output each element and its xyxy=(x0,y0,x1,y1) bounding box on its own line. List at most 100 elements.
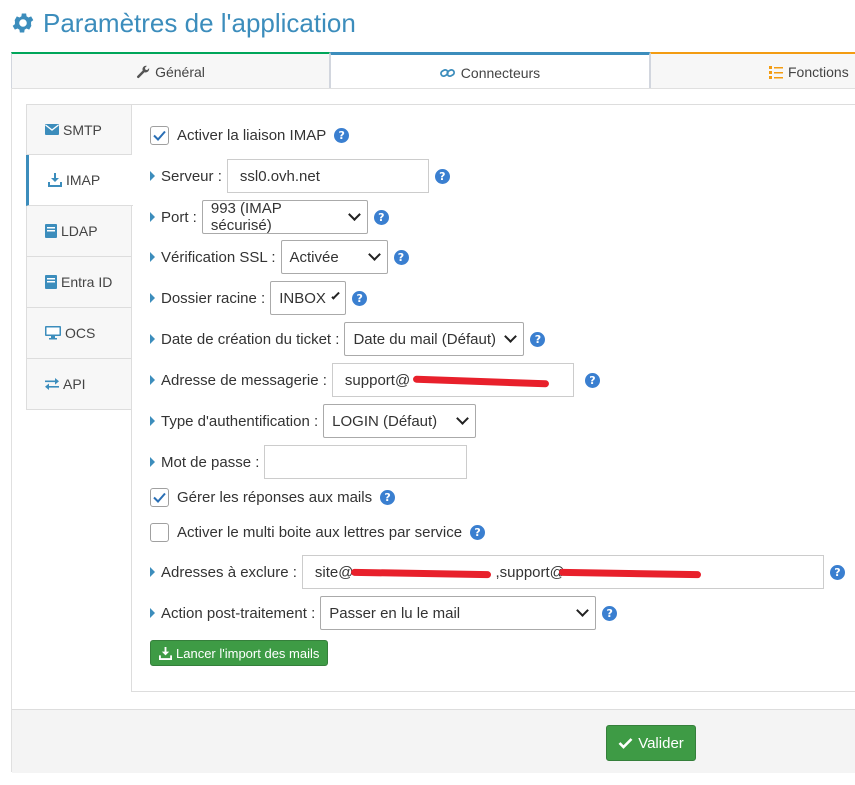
port-select-value: 993 (IMAP sécurisé) xyxy=(210,200,282,234)
exclude-addresses-input[interactable]: site@ ,support@ xyxy=(301,555,824,589)
caret-right-icon xyxy=(150,212,155,222)
password-input[interactable] xyxy=(264,445,468,479)
chevron-down-icon xyxy=(331,291,340,300)
redaction-mark xyxy=(350,568,491,579)
sidebar-item-label: Entra ID xyxy=(61,274,113,290)
redaction-mark xyxy=(412,375,550,388)
mail-address-input[interactable]: support@ xyxy=(331,363,574,397)
post-action-row: Action post-traitement : Passer en lu le… xyxy=(150,596,618,630)
help-icon[interactable]: ? xyxy=(352,290,368,306)
root-folder-select[interactable]: INBOX xyxy=(270,281,347,315)
exclude-addresses-row: Adresses à exclure : site@ ,support@ ? xyxy=(150,555,845,589)
link-icon xyxy=(439,68,455,77)
caret-right-icon xyxy=(150,293,155,303)
port-select[interactable]: 993 (IMAP sécurisé) xyxy=(201,200,368,234)
exchange-icon xyxy=(45,378,59,390)
help-icon[interactable]: ? xyxy=(380,490,396,505)
post-action-label: Action post-traitement : xyxy=(161,604,316,622)
root-folder-select-value: INBOX xyxy=(279,289,326,307)
import-mails-label: Lancer l'import des mails xyxy=(176,645,320,661)
exclude-addresses-label: Adresses à exclure : xyxy=(161,563,297,581)
connector-sidebar: SMTP IMAP LDAP Entra ID OCS API xyxy=(26,104,133,410)
chevron-down-icon xyxy=(456,412,470,425)
page-title-text: Paramètres de l'application xyxy=(43,7,356,38)
help-icon[interactable]: ? xyxy=(584,372,600,388)
import-mails-button[interactable]: Lancer l'import des mails xyxy=(150,640,329,666)
submit-button[interactable]: Valider xyxy=(606,725,696,761)
caret-right-icon xyxy=(150,252,155,262)
caret-right-icon xyxy=(150,457,155,467)
post-action-select[interactable]: Passer en lu le mail xyxy=(320,596,597,630)
caret-right-icon xyxy=(150,171,155,181)
multi-mailbox-row: Activer le multi boite aux lettres par s… xyxy=(150,523,486,542)
password-row: Mot de passe : xyxy=(150,445,468,479)
submit-label: Valider xyxy=(638,734,684,752)
tab-panel: SMTP IMAP LDAP Entra ID OCS API Activer … xyxy=(11,88,855,773)
sidebar-item-entra-id[interactable]: Entra ID xyxy=(26,257,132,308)
tab-fonctions-label: Fonctions xyxy=(788,63,849,80)
help-icon[interactable]: ? xyxy=(373,209,389,225)
tab-general[interactable]: Général xyxy=(11,52,330,89)
sidebar-item-label: OCS xyxy=(65,325,96,341)
ssl-check-row: Vérification SSL : Activée ? xyxy=(150,240,409,274)
help-icon[interactable]: ? xyxy=(334,128,350,143)
book-icon xyxy=(45,275,57,289)
auth-type-select[interactable]: LOGIN (Défaut) xyxy=(323,404,477,438)
ssl-check-select[interactable]: Activée xyxy=(280,240,388,274)
server-input[interactable]: ssl0.ovh.net xyxy=(226,159,429,193)
root-folder-row: Dossier racine : INBOX ? xyxy=(150,281,368,315)
ssl-check-label: Vérification SSL : xyxy=(161,248,276,266)
sidebar-item-imap[interactable]: IMAP xyxy=(26,155,133,206)
tab-connecteurs[interactable]: Connecteurs xyxy=(330,52,650,90)
mail-address-label: Adresse de messagerie : xyxy=(161,371,327,389)
port-row: Port : 993 (IMAP sécurisé) ? xyxy=(150,200,389,234)
multi-mailbox-checkbox[interactable] xyxy=(150,523,169,542)
sidebar-item-ocs[interactable]: OCS xyxy=(26,308,132,359)
password-label: Mot de passe : xyxy=(161,453,260,471)
chevron-down-icon xyxy=(504,330,518,343)
auth-type-label: Type d'authentification : xyxy=(161,412,319,430)
download-icon xyxy=(48,173,62,187)
port-label: Port : xyxy=(161,208,197,226)
help-icon[interactable]: ? xyxy=(829,564,845,580)
server-row: Serveur : ssl0.ovh.net ? xyxy=(150,159,450,193)
enable-imap-checkbox[interactable] xyxy=(150,126,169,145)
tab-fonctions[interactable]: Fonctions xyxy=(650,52,855,89)
ticket-date-label: Date de création du ticket : xyxy=(161,330,340,348)
ticket-date-select-value: Date du mail (Défaut) xyxy=(353,330,496,348)
manage-replies-row: Gérer les réponses aux mails ? xyxy=(150,488,396,507)
imap-settings-panel: Activer la liaison IMAP ? Serveur : ssl0… xyxy=(131,104,855,692)
sidebar-item-api[interactable]: API xyxy=(26,359,132,410)
ticket-date-select[interactable]: Date du mail (Défaut) xyxy=(344,322,525,356)
help-icon[interactable]: ? xyxy=(602,605,618,621)
chevron-down-icon xyxy=(367,248,381,261)
root-folder-label: Dossier racine : xyxy=(161,289,266,307)
checkmark-icon xyxy=(153,492,166,503)
help-icon[interactable]: ? xyxy=(470,525,486,540)
check-icon xyxy=(618,738,633,749)
caret-right-icon xyxy=(150,334,155,344)
form-footer: Valider xyxy=(12,709,855,773)
main-tabs: Général Connecteurs Fonctions xyxy=(10,52,855,90)
sidebar-item-label: IMAP xyxy=(66,172,101,188)
desktop-icon xyxy=(45,326,61,340)
gear-icon xyxy=(12,13,34,33)
help-icon[interactable]: ? xyxy=(530,331,546,347)
list-check-icon xyxy=(769,65,783,79)
tab-connecteurs-label: Connecteurs xyxy=(460,64,541,81)
enable-imap-row: Activer la liaison IMAP ? xyxy=(150,126,350,145)
manage-replies-checkbox[interactable] xyxy=(150,488,169,507)
envelope-icon xyxy=(45,124,59,135)
sidebar-item-label: SMTP xyxy=(63,121,102,138)
help-icon[interactable]: ? xyxy=(434,168,450,184)
sidebar-item-ldap[interactable]: LDAP xyxy=(26,206,132,257)
exclude-addresses-value-2: ,support@ xyxy=(495,563,565,581)
multi-mailbox-label: Activer le multi boite aux lettres par s… xyxy=(177,524,463,541)
page-title: Paramètres de l'application xyxy=(10,6,356,40)
help-icon[interactable]: ? xyxy=(393,249,409,265)
auth-type-row: Type d'authentification : LOGIN (Défaut) xyxy=(150,404,477,438)
redaction-mark xyxy=(558,568,701,579)
sidebar-item-smtp[interactable]: SMTP xyxy=(26,104,132,155)
book-icon xyxy=(45,224,57,238)
auth-type-select-value: LOGIN (Défaut) xyxy=(332,412,438,430)
